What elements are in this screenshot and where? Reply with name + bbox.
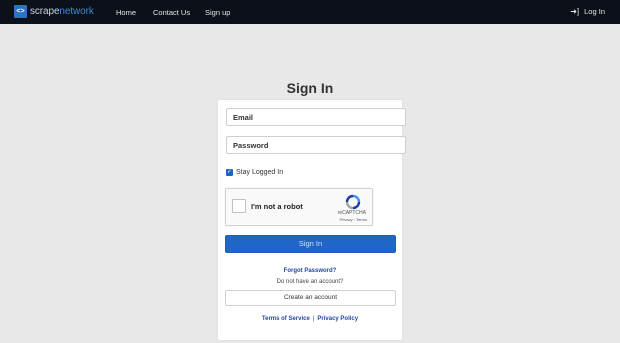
footer-links: Terms of Service | Privacy Policy xyxy=(218,316,402,322)
password-field[interactable] xyxy=(226,136,406,154)
stay-logged-in-label: Stay Logged In xyxy=(236,169,284,176)
login-link[interactable]: ➜] Log In xyxy=(570,7,605,16)
stay-logged-in-checkbox[interactable]: ✓ xyxy=(226,169,233,176)
nav-contact-link[interactable]: Contact Us xyxy=(153,8,190,17)
nav-signup-link[interactable]: Sign up xyxy=(205,8,230,17)
brand-name-part1: scrape xyxy=(30,6,60,17)
forgot-password-link[interactable]: Forgot Password? xyxy=(218,268,402,274)
nav-home-link[interactable]: Home xyxy=(116,8,136,17)
recaptcha-label: I'm not a robot xyxy=(251,202,303,211)
page-title: Sign In xyxy=(286,80,334,96)
brand-name-part2: network xyxy=(59,6,94,17)
stay-logged-in[interactable]: ✓ Stay Logged In xyxy=(226,169,283,176)
code-brackets-icon: <> xyxy=(14,5,27,18)
login-label: Log In xyxy=(584,7,605,16)
recaptcha-widget: I'm not a robot reCAPTCHA Privacy - Term… xyxy=(225,188,373,226)
brand-logo[interactable]: <> scrapenetwork xyxy=(14,5,94,18)
sign-in-button[interactable]: Sign In xyxy=(225,235,396,253)
recaptcha-privacy-terms[interactable]: Privacy - Terms xyxy=(340,217,367,222)
navbar: <> scrapenetwork Home Contact Us Sign up… xyxy=(0,0,620,24)
no-account-text: Do not have an account? xyxy=(276,279,344,285)
brand-name: scrapenetwork xyxy=(30,5,94,18)
recaptcha-logo-icon xyxy=(345,194,361,210)
recaptcha-brand: reCAPTCHA xyxy=(337,210,366,216)
create-account-button[interactable]: Create an account xyxy=(225,290,396,306)
signin-card: ✓ Stay Logged In I'm not a robot reCAPTC… xyxy=(218,100,406,340)
sign-in-icon: ➜] xyxy=(570,7,580,16)
terms-link[interactable]: Terms of Service xyxy=(262,316,310,322)
footer-separator: | xyxy=(312,316,315,322)
recaptcha-checkbox[interactable] xyxy=(232,199,246,213)
privacy-link[interactable]: Privacy Policy xyxy=(317,316,358,322)
email-field[interactable] xyxy=(226,108,406,126)
